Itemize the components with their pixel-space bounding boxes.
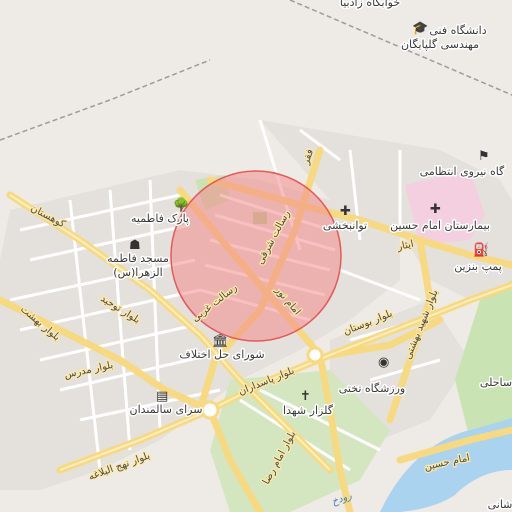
medical-cross-icon: ✚ [340,204,351,219]
martyrs-label: گلزار شهدا [283,404,334,417]
police-icon: ⚑ [478,149,490,164]
elderly-label: سرای سالمندان [130,403,203,416]
police-label: گاه نیروی انتظامی [420,165,505,178]
pump-label: پمپ بنزین [454,260,502,273]
hospital-label: بیمارستان امام حسین [390,219,490,232]
cemetery-icon: ✝ [300,389,311,404]
stadium-label: ورزشگاه تختی [339,382,406,395]
map-canvas[interactable]: کوهستان بلوار توحید بلوار بهشت بلوار مدر… [0,0,512,512]
government-icon: 🏛 [212,333,229,349]
fuel-icon: ⛽ [473,242,489,258]
southeast-label: شانی [488,498,512,511]
tavanbakhshi-label: توانبخشی [323,219,367,232]
council-label: شورای حل اختلاف [179,348,264,361]
mosque-label-1: مسجد فاطمه [107,252,169,265]
park-label: پارک فاطمیه [131,212,189,225]
elderly-home-icon: ▤ [156,389,168,404]
stadium-icon: ◉ [378,355,389,370]
park-tree-icon: 🌳 [173,196,189,213]
east-label: ساحلی [480,376,512,389]
university-label-2: مهندسی گلپایگان [401,38,479,51]
roundabout-west [200,400,220,420]
top-label-cut: خوابگاه زادبیا [340,0,400,9]
university-label-1: دانشگاه فنی [429,24,486,37]
mosque-icon: ☗ [129,238,141,253]
hospital-cross-icon: ✚ [430,202,441,217]
mosque-label-2: الزهرا(س) [113,266,162,279]
roundabout-center [306,346,324,364]
university-icon: 🎓 [412,21,428,36]
